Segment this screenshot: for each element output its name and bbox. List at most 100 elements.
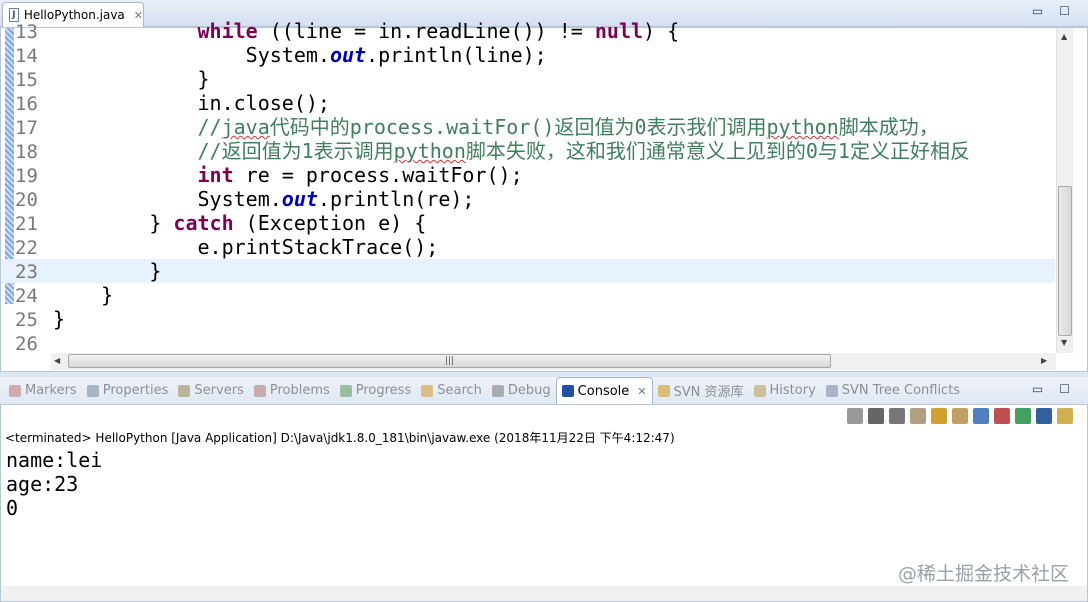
debug-icon xyxy=(491,384,504,397)
line-number: 25 xyxy=(15,309,38,331)
display-console-icon[interactable] xyxy=(1036,408,1052,424)
code-token: } xyxy=(53,211,174,235)
code-line[interactable]: 17 //java代码中的process.waitFor()返回值为0表示我们调… xyxy=(1,115,1055,139)
line-number: 18 xyxy=(15,141,38,163)
code-line[interactable]: 26 xyxy=(1,331,1055,355)
scroll-up-icon[interactable]: ▲ xyxy=(1061,32,1067,41)
console-view: <terminated> HelloPython [Java Applicati… xyxy=(0,404,1088,602)
line-number: 16 xyxy=(15,93,38,115)
scroll-left-icon[interactable]: ◀ xyxy=(54,356,60,365)
open-console-icon[interactable] xyxy=(1057,408,1073,424)
tab-problems[interactable]: Problems xyxy=(249,377,335,404)
properties-icon xyxy=(86,384,99,397)
line-number: 26 xyxy=(15,333,38,355)
horizontal-scroll-thumb[interactable]: ||| xyxy=(68,354,831,368)
tab-label: Markers xyxy=(25,383,77,398)
scroll-down-icon[interactable]: ▼ xyxy=(1061,338,1067,347)
svn-repository-icon xyxy=(657,384,670,397)
show-on-stderr-icon[interactable] xyxy=(994,408,1010,424)
code-line[interactable]: 21 } catch (Exception e) { xyxy=(1,211,1055,235)
line-number: 20 xyxy=(15,189,38,211)
tab-markers[interactable]: Markers xyxy=(4,377,82,404)
tab-progress[interactable]: Progress xyxy=(335,377,416,404)
tab-properties[interactable]: Properties xyxy=(82,377,174,404)
views-tab-bar: Markers Properties Servers Problems Progress… xyxy=(0,377,1088,404)
code-line[interactable]: 14 System.out.println(line); xyxy=(1,43,1055,67)
line-number: 13 xyxy=(15,21,38,43)
tab-svn-资源库[interactable]: SVN 资源库 xyxy=(653,377,749,404)
code-line[interactable]: 13 while ((line = in.readLine()) != null… xyxy=(1,19,1055,43)
remove-all-icon[interactable] xyxy=(889,408,905,424)
remove-launch-icon[interactable] xyxy=(868,408,884,424)
code-token: python xyxy=(766,115,839,139)
code-line[interactable]: 16 in.close(); xyxy=(1,91,1055,115)
vertical-scroll-thumb[interactable] xyxy=(1058,186,1072,336)
code-token: ((line = in.readLine()) != xyxy=(257,19,595,43)
tab-search[interactable]: Search xyxy=(416,377,487,404)
scroll-lock-icon[interactable] xyxy=(931,408,947,424)
maximize-icon[interactable]: ☐ xyxy=(1059,4,1070,18)
history-icon xyxy=(753,384,766,397)
line-number: 22 xyxy=(15,237,38,259)
code-token: java xyxy=(221,115,270,139)
code-token: python xyxy=(393,139,466,163)
code-token: ) { xyxy=(643,19,680,43)
console-horizontal-scrollbar[interactable] xyxy=(1,586,1087,601)
maximize-icon[interactable]: ☐ xyxy=(1059,382,1070,396)
tab-console[interactable]: Console ✕ xyxy=(555,377,653,404)
tab-servers[interactable]: Servers xyxy=(173,377,248,404)
code-token: } xyxy=(53,67,210,91)
code-token: 脚本成功， xyxy=(838,115,939,139)
code-line[interactable]: 18 //返回值为1表示调用python脚本失败，这和我们通常意义上见到的0与1… xyxy=(1,139,1055,163)
code-token: out xyxy=(281,187,318,211)
show-on-stdout-icon[interactable] xyxy=(973,408,989,424)
terminate-icon[interactable] xyxy=(847,408,863,424)
code-token: System. xyxy=(53,187,282,211)
minimize-icon[interactable]: ▭ xyxy=(1032,382,1043,396)
code-token: (Exception e) { xyxy=(233,211,427,235)
code-line[interactable]: 22 e.printStackTrace(); xyxy=(1,235,1055,259)
code-line[interactable]: 24 } xyxy=(1,283,1055,307)
code-token: .println(re); xyxy=(317,187,475,211)
tab-label: History xyxy=(769,383,816,398)
pin-console-icon[interactable] xyxy=(1015,408,1031,424)
word-wrap-icon[interactable] xyxy=(952,408,968,424)
code-token: re = process.waitFor(); xyxy=(233,163,523,187)
code-token: in.close(); xyxy=(53,91,330,115)
code-line[interactable]: 25} xyxy=(1,307,1055,331)
close-icon[interactable]: ✕ xyxy=(637,385,646,398)
clear-console-icon[interactable] xyxy=(910,408,926,424)
horizontal-scrollbar[interactable]: ◀ ||| ▶ xyxy=(51,353,1056,370)
servers-icon xyxy=(178,384,191,397)
scroll-right-icon[interactable]: ▶ xyxy=(1041,356,1047,365)
minimize-icon[interactable]: ▭ xyxy=(1032,4,1043,18)
code-token: catch xyxy=(173,211,234,235)
code-token: // xyxy=(197,115,222,139)
line-number: 19 xyxy=(15,165,38,187)
vertical-scrollbar[interactable]: ▲ ▼ xyxy=(1056,28,1073,353)
code-token: 脚本失败，这和我们通常意义上见到的0与1定义正好相反 xyxy=(465,139,970,163)
code-area[interactable]: 13 while ((line = in.readLine()) != null… xyxy=(1,19,1055,355)
svn-tree-conflicts-icon xyxy=(825,384,838,397)
tab-label: Progress xyxy=(355,383,412,398)
watermark: @稀土掘金技术社区 xyxy=(897,563,1069,585)
tab-label: SVN Tree Conflicts xyxy=(841,383,961,398)
code-token: out xyxy=(329,43,367,67)
code-editor[interactable]: 13 while ((line = in.readLine()) != null… xyxy=(0,19,1088,372)
console-output[interactable]: name:lei age:23 0 xyxy=(6,448,102,520)
line-number: 24 xyxy=(15,285,38,307)
code-token: } xyxy=(53,283,114,307)
markers-icon xyxy=(9,384,21,397)
console-icon xyxy=(561,385,574,397)
code-line[interactable]: 15 } xyxy=(1,67,1055,91)
tab-svn-tree-conflicts[interactable]: SVN Tree Conflicts xyxy=(821,377,965,404)
code-line[interactable]: 23 } xyxy=(1,259,1055,283)
code-line[interactable]: 19 int re = process.waitFor(); xyxy=(1,163,1055,187)
tab-label: Properties xyxy=(102,383,169,398)
tab-history[interactable]: History xyxy=(749,377,821,404)
code-line[interactable]: 20 System.out.println(re); xyxy=(1,187,1055,211)
tab-debug[interactable]: Debug xyxy=(487,377,556,404)
